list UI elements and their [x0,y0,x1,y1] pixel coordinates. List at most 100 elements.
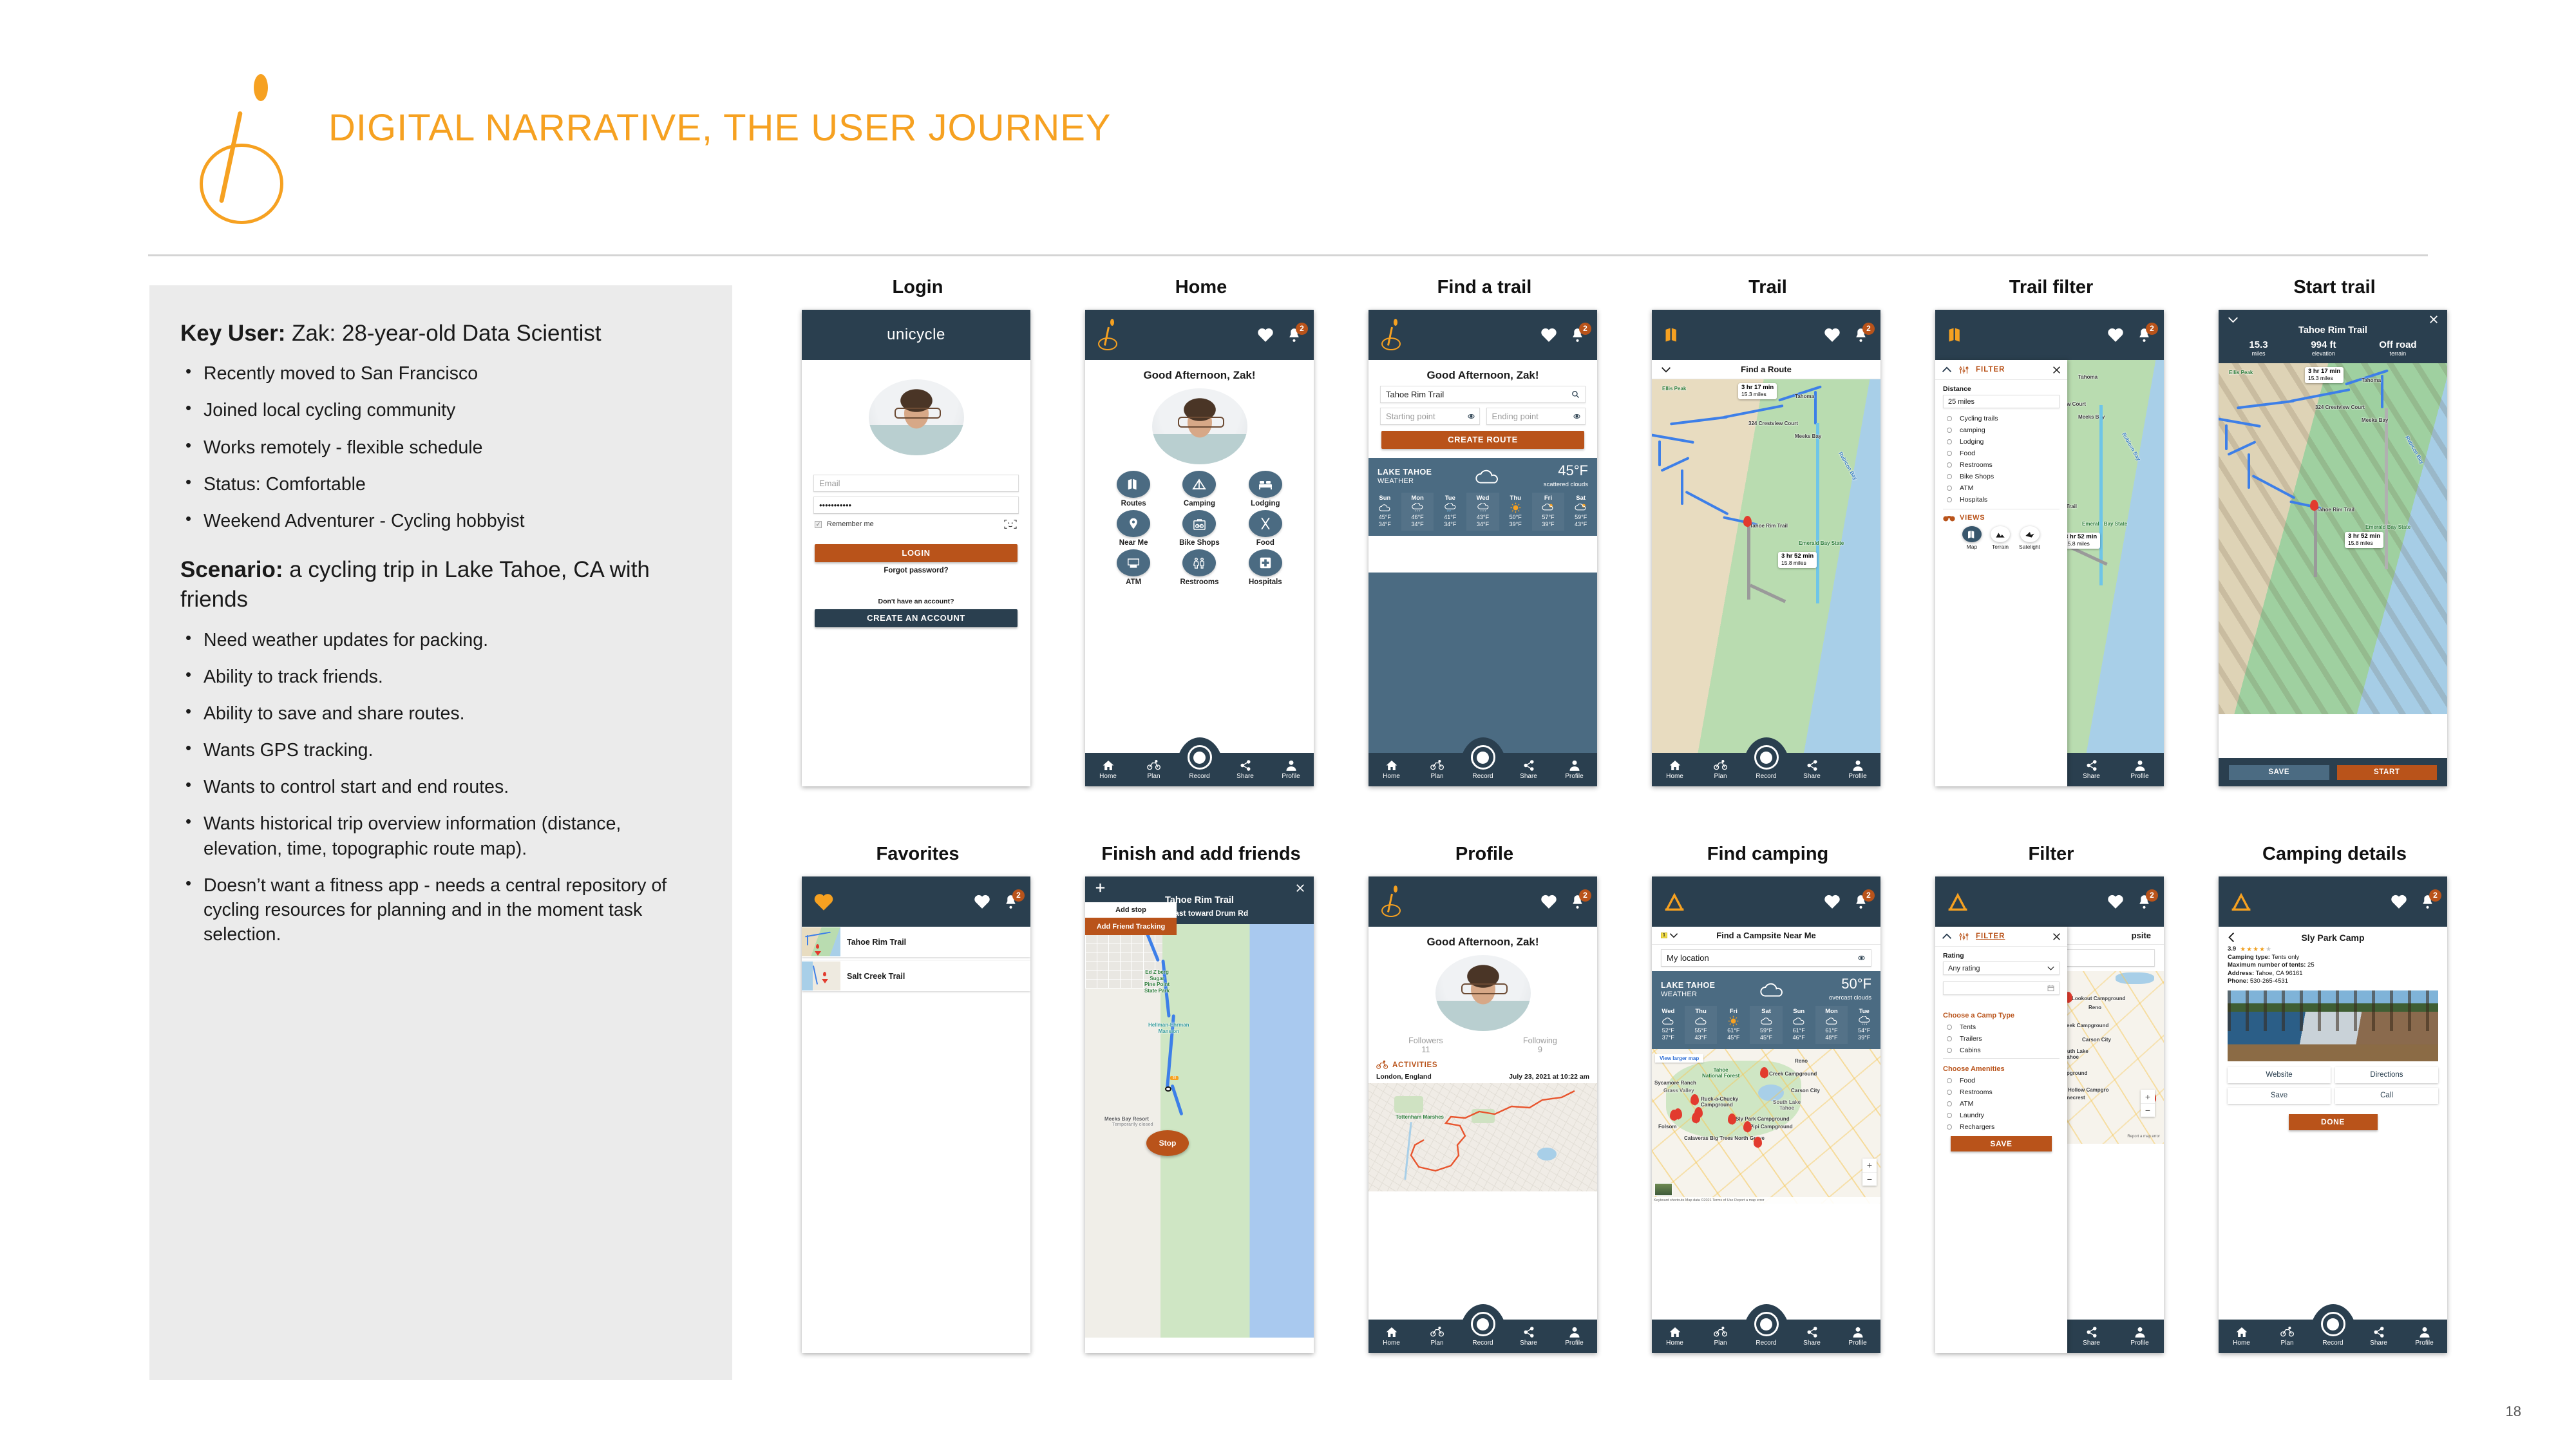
radio-icon[interactable] [1947,428,1952,433]
following-stat[interactable]: Following 9 [1523,1036,1557,1054]
filter-option[interactable]: Lodging [1947,438,2060,446]
zoom-out-button[interactable]: − [1862,1171,1877,1186]
tile-camping[interactable]: Camping [1168,471,1231,507]
tab-share[interactable]: Share [2356,1326,2401,1347]
camp-type-option[interactable]: Tents [1947,1023,2060,1031]
notifications-icon[interactable]: 2 [1569,889,1591,910]
search-icon[interactable] [1571,390,1580,399]
ending-point-input[interactable]: Ending point [1486,408,1586,425]
route-map[interactable]: Ellis Peak Tahoma 324 Crestview Court Me… [1652,379,1880,753]
locate-icon[interactable] [1857,954,1866,962]
tab-profile[interactable]: Profile [1835,1326,1880,1347]
tab-home[interactable]: Home [1652,1326,1698,1347]
locate-icon[interactable] [1573,412,1581,421]
radio-icon[interactable] [1947,1124,1952,1130]
login-button[interactable]: LOGIN [815,544,1018,562]
email-field[interactable]: Email [813,475,1019,492]
notifications-icon[interactable]: 2 [2420,889,2441,910]
pin-icon[interactable] [1728,1113,1736,1124]
favorites-icon[interactable] [2391,894,2407,909]
followers-stat[interactable]: Followers 11 [1408,1036,1443,1054]
camp-type-option[interactable]: Cabins [1947,1046,2060,1054]
tab-home[interactable]: Home [1368,759,1414,780]
tile-restrooms[interactable]: Restrooms [1168,549,1231,586]
chevron-up-icon[interactable] [1942,933,1952,940]
pin-icon[interactable] [1690,1094,1699,1105]
tent-icon[interactable] [1663,892,1685,911]
tab-share[interactable]: Share [1506,759,1551,780]
tent-icon[interactable] [2230,892,2252,911]
tab-share[interactable]: Share [1506,1326,1551,1347]
favorites-icon[interactable] [1540,327,1557,343]
tile-routes[interactable]: Routes [1102,471,1165,507]
amenity-option[interactable]: Laundry [1947,1112,2060,1119]
tent-icon[interactable] [1947,892,1969,911]
close-icon[interactable] [2052,366,2061,374]
tab-profile[interactable]: Profile [2116,1326,2164,1347]
unicycle-logo-icon[interactable] [1380,886,1402,918]
chevron-down-icon[interactable] [2228,316,2239,323]
pin-icon[interactable] [1692,1112,1700,1123]
distance-input[interactable]: 25 miles [1943,395,2060,408]
tab-plan[interactable]: Plan [2264,1326,2310,1347]
tab-plan[interactable]: Plan [1414,759,1460,780]
unicycle-logo-icon[interactable] [1097,319,1119,351]
tab-share[interactable]: Share [1789,759,1835,780]
tile-lodging[interactable]: Lodging [1234,471,1297,507]
activity-map[interactable]: Tottenham Marshes [1368,1083,1597,1191]
notifications-icon[interactable]: 2 [1853,889,1875,910]
chevron-down-icon[interactable] [1669,933,1678,938]
save-button[interactable]: SAVE [1951,1136,2052,1151]
date-input[interactable] [1943,981,2060,995]
filter-option[interactable]: Food [1947,450,2060,457]
zoom-out-button[interactable]: − [2141,1103,2155,1117]
tab-share[interactable]: Share [1789,1326,1835,1347]
tab-home[interactable]: Home [2219,1326,2264,1347]
favorites-icon[interactable] [1257,327,1274,343]
tab-plan[interactable]: Plan [1698,1326,1743,1347]
camping-map[interactable]: View larger map Tahoe National Forest Ren… [1652,1048,1880,1204]
calendar-icon[interactable] [2047,985,2054,992]
filter-option[interactable]: ATM [1947,484,2060,492]
tab-profile[interactable]: Profile [2401,1326,2447,1347]
record-button[interactable] [1470,745,1495,770]
tile-near-me[interactable]: Near Me [1102,510,1165,547]
radio-icon[interactable] [1947,1113,1952,1118]
find-route-bar[interactable]: Find a Route [1652,360,1880,379]
filter-option[interactable]: camping [1947,426,2060,434]
chevron-down-icon[interactable] [1661,366,1671,373]
tab-plan[interactable]: Plan [1698,759,1743,780]
password-field[interactable]: ••••••••••• [813,497,1019,514]
zoom-in-button[interactable]: + [1862,1159,1877,1172]
view-larger-map-link[interactable]: View larger map [1655,1054,1704,1063]
notifications-icon[interactable]: 2 [1853,322,1875,343]
tab-plan[interactable]: Plan [1414,1326,1460,1347]
favorites-icon[interactable] [1824,327,1841,343]
pin-icon[interactable] [1754,1136,1762,1148]
notifications-icon[interactable]: 2 [1286,322,1308,343]
radio-icon[interactable] [1947,1048,1952,1053]
amenity-option[interactable]: Rechargers [1947,1123,2060,1131]
radio-icon[interactable] [1947,416,1952,421]
radio-icon[interactable] [1947,451,1952,456]
save-button[interactable]: SAVE [2229,764,2329,780]
tab-share[interactable]: Share [1222,759,1268,780]
record-button[interactable] [1470,1312,1495,1336]
tab-home[interactable]: Home [1085,759,1131,780]
trail-search-input[interactable]: Tahoe Rim Trail [1380,386,1586,403]
tile-hospitals[interactable]: Hospitals [1234,549,1297,586]
zoom-in-button[interactable]: + [2141,1090,2155,1103]
favorites-icon[interactable] [1824,894,1841,909]
website-button[interactable]: Website [2228,1066,2331,1083]
locate-icon[interactable] [1467,412,1475,421]
rating-select[interactable]: Any rating [1943,961,2060,975]
tile-bike-shops[interactable]: Bike Shops [1168,510,1231,547]
camp-type-option[interactable]: Trailers [1947,1035,2060,1043]
tab-share[interactable]: Share [2067,1326,2116,1347]
radio-icon[interactable] [1947,462,1952,468]
filter-option[interactable]: Cycling trails [1947,415,2060,422]
pin-icon[interactable] [1760,1066,1768,1078]
radio-icon[interactable] [1947,1101,1952,1106]
forgot-password-link[interactable]: Forgot password? [802,567,1030,574]
start-button[interactable]: START [2336,764,2437,780]
